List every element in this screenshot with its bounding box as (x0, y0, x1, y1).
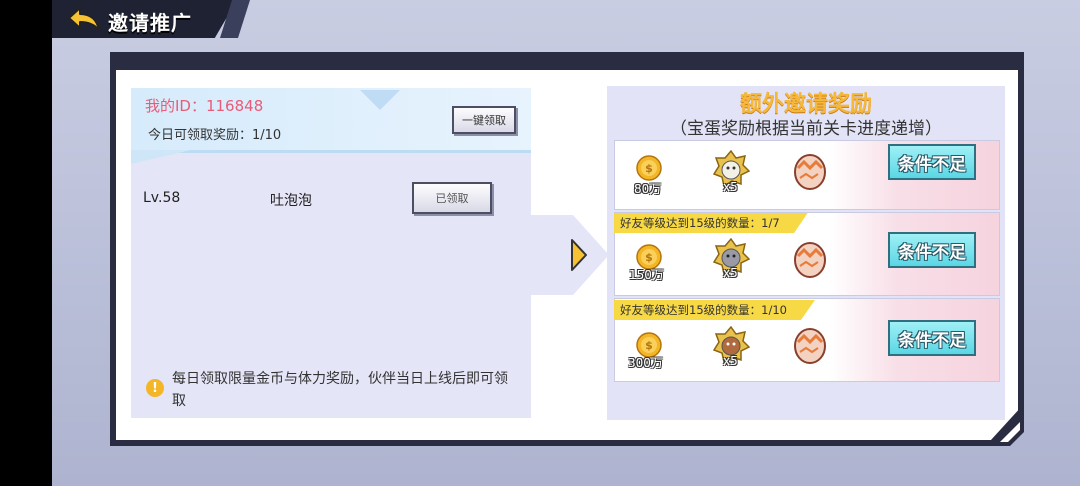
badge-count: x5 (723, 180, 738, 194)
info-icon: ! (146, 379, 164, 397)
my-id-label: 我的ID：116848 (145, 97, 264, 115)
friend-name: 吐泡泡 (270, 193, 312, 209)
claim-all-button[interactable]: 一键领取 (452, 106, 516, 134)
header-deco-shadow (131, 150, 191, 164)
condition-not-met-button[interactable]: 条件不足 (888, 232, 976, 268)
friend-level: Lv.58 (143, 190, 181, 206)
arrow-right-icon (571, 239, 587, 271)
coin-icon: $ (636, 155, 662, 181)
extra-reward-subtitle: （宝蛋奖励根据当前关卡进度递增） (670, 119, 942, 139)
left-edge-strip (0, 0, 52, 486)
badge-count: x5 (723, 354, 738, 368)
header-deco-triangle (360, 90, 400, 110)
svg-text:$: $ (645, 162, 653, 175)
page-title: 邀请推广 (108, 11, 192, 35)
reward-condition: 好友等级达到15级的数量：1/7 (614, 213, 808, 233)
coin-amount: 80万 (634, 182, 662, 196)
svg-text:$: $ (645, 251, 653, 264)
reward-condition: 好友等级达到15级的数量：1/10 (614, 300, 815, 320)
condition-not-met-button[interactable]: 条件不足 (888, 320, 976, 356)
egg-icon (794, 242, 826, 278)
claimed-button[interactable]: 已领取 (412, 182, 492, 214)
coin-amount: 150万 (629, 268, 664, 282)
header-divider (131, 150, 531, 153)
svg-text:$: $ (645, 339, 653, 352)
back-arrow-icon[interactable] (66, 5, 102, 33)
coin-amount: 300万 (628, 356, 663, 370)
today-claim-count: 今日可领取奖励：1/10 (148, 128, 282, 143)
egg-icon (794, 154, 826, 190)
condition-not-met-button[interactable]: 条件不足 (888, 144, 976, 180)
egg-icon (794, 328, 826, 364)
notice-text: 每日领取限量金币与体力奖励，伙伴当日上线后即可领取 (172, 371, 508, 409)
badge-count: x5 (723, 266, 738, 280)
